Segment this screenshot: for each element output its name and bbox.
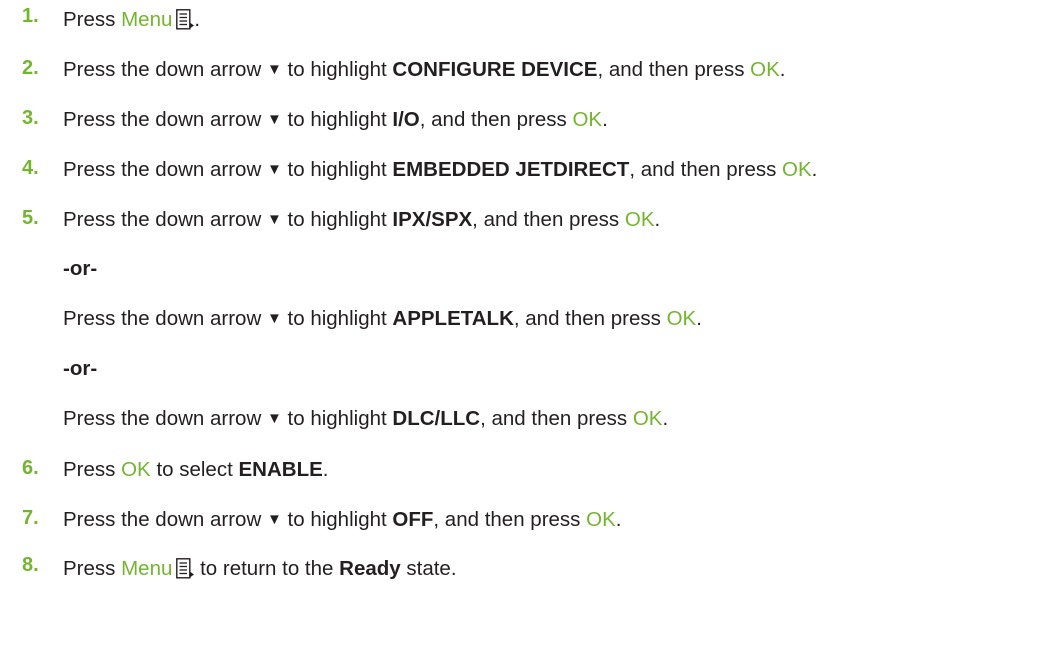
ok-button-label: OK: [750, 58, 780, 81]
step-7-text: Press the down arrow ▼ to highlight OFF,…: [63, 508, 622, 531]
instruction-document: 1. Press Menu. 2. Press the down arrow ▼…: [0, 0, 1053, 658]
down-arrow-icon: ▼: [266, 61, 282, 78]
or-separator: -or-: [63, 357, 98, 380]
down-arrow-icon: ▼: [266, 111, 282, 128]
menu-item-name: ENABLE: [238, 458, 323, 481]
menu-item-name: APPLETALK: [392, 307, 514, 330]
ok-button-label: OK: [624, 208, 655, 231]
step-number: 4.: [22, 157, 39, 179]
or-separator: -or-: [63, 257, 98, 280]
menu-item-name: CONFIGURE DEVICE: [392, 58, 598, 81]
step-number: 3.: [22, 107, 39, 129]
step-5-alt-1-text: Press the down arrow ▼ to highlight APPL…: [63, 307, 702, 330]
ok-button-label: OK: [632, 407, 663, 430]
step-text: Press: [63, 8, 116, 31]
menu-item-name: IPX/SPX: [392, 208, 473, 231]
step-3-text: Press the down arrow ▼ to highlight I/O,…: [63, 108, 608, 131]
step-number: 7.: [22, 507, 39, 529]
step-5-text: Press the down arrow ▼ to highlight IPX/…: [63, 208, 661, 231]
step-number: 1.: [22, 5, 39, 27]
step-number: 8.: [22, 554, 39, 576]
step-2-text: Press the down arrow ▼ to highlight CONF…: [63, 58, 786, 81]
menu-button-icon: [176, 9, 195, 30]
step-number: 2.: [22, 57, 39, 79]
down-arrow-icon: ▼: [266, 511, 282, 528]
step-4-text: Press the down arrow ▼ to highlight EMBE…: [63, 158, 818, 181]
ok-button-label: OK: [586, 508, 616, 531]
menu-item-name: I/O: [392, 108, 420, 131]
step-8-text: Press Menu to return to the Ready state.: [63, 557, 457, 580]
menu-item-name: OFF: [392, 508, 434, 531]
step-5-alt-2-text: Press the down arrow ▼ to highlight DLC/…: [63, 407, 669, 430]
menu-button-icon: [176, 558, 195, 579]
menu-button-label: Menu: [121, 8, 173, 31]
menu-item-name: EMBEDDED JETDIRECT: [392, 158, 630, 181]
ok-button-label: OK: [666, 307, 697, 330]
down-arrow-icon: ▼: [266, 211, 282, 228]
step-number: 5.: [22, 207, 39, 229]
menu-button-label: Menu: [121, 557, 173, 580]
ok-button-label: OK: [782, 158, 812, 181]
down-arrow-icon: ▼: [266, 410, 282, 427]
ok-button-label: OK: [572, 108, 603, 131]
down-arrow-icon: ▼: [266, 310, 282, 327]
menu-item-name: Ready: [339, 557, 401, 580]
step-1-text: Press Menu.: [63, 8, 201, 31]
ok-button-label: OK: [121, 458, 151, 481]
step-number: 6.: [22, 457, 39, 479]
down-arrow-icon: ▼: [266, 161, 282, 178]
step-6-text: Press OK to select ENABLE.: [63, 458, 329, 481]
menu-item-name: DLC/LLC: [392, 407, 481, 430]
